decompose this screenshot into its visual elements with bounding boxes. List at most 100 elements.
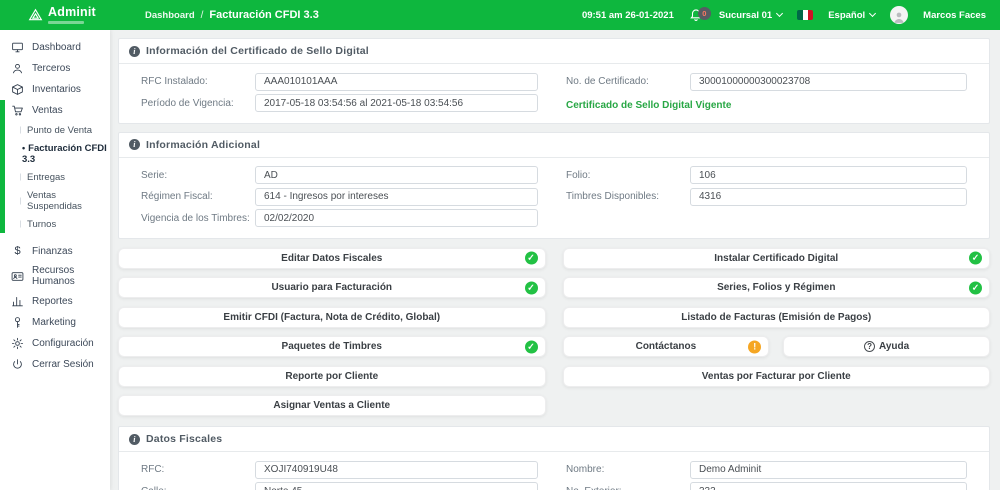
sidebar-item-label: Marketing	[32, 317, 76, 328]
sidebar-item-label: Finanzas	[32, 245, 73, 257]
editar-datos-fiscales-button[interactable]: Editar Datos Fiscales ✓	[118, 247, 546, 269]
language-selector[interactable]: Español	[828, 9, 877, 21]
branch-selector[interactable]: Sucursal 01	[718, 9, 784, 21]
sidebar-item-turnos[interactable]: Turnos	[0, 215, 110, 233]
bar-chart-icon	[12, 297, 23, 307]
panel-title: Datos Fiscales	[146, 433, 223, 445]
power-icon	[13, 359, 22, 369]
sidebar-item-label: Terceros	[32, 63, 71, 74]
check-icon: ✓	[524, 281, 538, 294]
panel-title: Información Adicional	[146, 138, 261, 151]
ayuda-button[interactable]: ? Ayuda	[783, 336, 990, 357]
language-label: Español	[828, 9, 866, 21]
check-icon: ✓	[969, 251, 982, 265]
listado-facturas-button[interactable]: Listado de Facturas (Emisión de Pagos)	[562, 306, 990, 328]
mexico-flag-icon	[797, 10, 814, 20]
calle-label: Calle:	[119, 486, 255, 490]
paquetes-timbres-button[interactable]: Paquetes de Timbres ✓	[118, 336, 546, 357]
brand-name: Adminit	[48, 5, 96, 20]
series-folios-regimen-button[interactable]: Series, Folios y Régimen ✓	[562, 277, 990, 298]
check-icon: ✓	[524, 340, 538, 353]
vigencia-timbres-field[interactable]	[255, 209, 538, 227]
gear-icon	[11, 337, 24, 350]
rfc-field[interactable]	[255, 460, 538, 479]
vigencia-timbres-label: Vigencia de los Timbres:	[141, 212, 250, 224]
panel-header: i Información del Certificado de Sello D…	[119, 39, 989, 64]
no-exterior-label: No. Exterior:	[554, 486, 690, 490]
timbres-disponibles-label: Timbres Disponibles:	[566, 191, 659, 202]
periodo-vigencia-field[interactable]	[255, 94, 538, 112]
active-bullet: •	[22, 142, 26, 153]
check-icon: ✓	[524, 251, 538, 265]
serie-label: Serie:	[141, 169, 168, 181]
serie-field[interactable]	[255, 166, 538, 184]
breadcrumb-current: Facturación CFDI 3.3	[209, 9, 319, 21]
notifications-button[interactable]: 0	[689, 7, 711, 23]
sidebar-group-ventas: Ventas Punto de Venta • Facturación CFDI …	[0, 100, 110, 233]
main-content: i Información del Certificado de Sello D…	[110, 30, 1000, 490]
no-certificado-field[interactable]	[690, 72, 967, 91]
chevron-down-icon	[776, 9, 784, 18]
sidebar-item-label: Dashboard	[32, 42, 81, 53]
sidebar-item-cerrar-sesion[interactable]: Cerrar Sesión	[0, 354, 110, 375]
panel-header: i Información Adicional	[119, 133, 989, 158]
branch-label: Sucursal 01	[718, 9, 773, 21]
instalar-certificado-button[interactable]: Instalar Certificado Digital ✓	[562, 247, 990, 269]
sidebar-item-punto-de-venta[interactable]: Punto de Venta	[0, 121, 110, 139]
timbres-disponibles-field[interactable]	[690, 187, 967, 206]
actions-grid: Editar Datos Fiscales ✓ Instalar Certifi…	[118, 247, 990, 416]
no-exterior-field[interactable]	[690, 482, 967, 490]
rfc-label: RFC:	[141, 464, 165, 475]
usuario-facturacion-button[interactable]: Usuario para Facturación ✓	[118, 277, 546, 298]
ventas-por-facturar-button[interactable]: Ventas por Facturar por Cliente	[562, 365, 990, 387]
sidebar: Dashboard Terceros Inventarios Ventas Pu…	[0, 30, 110, 490]
sidebar-item-ventas[interactable]: Ventas	[0, 100, 110, 121]
notifications-badge: 0	[697, 7, 711, 20]
asignar-ventas-button[interactable]: Asignar Ventas a Cliente	[118, 395, 546, 416]
nombre-label: Nombre:	[566, 464, 605, 475]
sidebar-item-label: Reportes	[32, 296, 73, 307]
folio-label: Folio:	[566, 169, 591, 181]
breadcrumb-dashboard[interactable]: Dashboard	[145, 10, 195, 21]
calle-field[interactable]	[255, 482, 538, 490]
sidebar-item-label: Inventarios	[32, 84, 81, 95]
sidebar-item-ventas-suspendidas[interactable]: Ventas Suspendidas	[0, 186, 110, 215]
box-icon	[12, 84, 23, 95]
warning-icon: !	[748, 340, 762, 353]
sidebar-item-entregas[interactable]: Entregas	[0, 168, 110, 186]
info-icon: i	[129, 139, 140, 150]
panel-title: Información del Certificado de Sello Dig…	[146, 45, 369, 57]
sidebar-item-facturacion-cfdi[interactable]: • Facturación CFDI 3.3	[0, 139, 110, 168]
regimen-fiscal-field[interactable]	[255, 187, 538, 206]
rfc-instalado-field[interactable]	[255, 72, 538, 91]
breadcrumb-separator: /	[200, 9, 204, 21]
sidebar-item-reportes[interactable]: Reportes	[0, 291, 110, 312]
id-card-icon	[11, 271, 24, 281]
folio-field[interactable]	[690, 166, 967, 184]
sidebar-item-configuracion[interactable]: Configuración	[0, 333, 110, 354]
chevron-down-icon	[869, 9, 877, 18]
certificado-vigente-status: Certificado de Sello Digital Vigente	[566, 100, 732, 111]
person-icon	[13, 63, 22, 74]
periodo-vigencia-label: Período de Vigencia:	[141, 97, 234, 109]
emitir-cfdi-button[interactable]: Emitir CFDI (Factura, Nota de Crédito, G…	[118, 306, 546, 328]
nombre-field[interactable]	[690, 460, 967, 479]
panel-certificado-sello-digital: i Información del Certificado de Sello D…	[118, 38, 990, 124]
no-certificado-label: No. de Certificado:	[566, 76, 649, 87]
rfc-instalado-label: RFC Instalado:	[141, 76, 208, 87]
key-icon	[15, 317, 20, 328]
sidebar-item-marketing[interactable]: Marketing	[0, 312, 110, 333]
sidebar-item-dashboard[interactable]: Dashboard	[0, 37, 110, 58]
sidebar-item-finanzas[interactable]: $ Finanzas	[0, 241, 110, 261]
sidebar-item-recursos-humanos[interactable]: Recursos Humanos	[0, 261, 110, 291]
user-avatar[interactable]	[890, 6, 909, 24]
reporte-por-cliente-button[interactable]: Reporte por Cliente	[118, 365, 546, 387]
brand-logo[interactable]: Adminit	[28, 6, 133, 24]
sidebar-item-label: Cerrar Sesión	[32, 359, 94, 370]
sidebar-item-inventarios[interactable]: Inventarios	[0, 79, 110, 100]
dollar-icon: $	[14, 245, 21, 257]
sidebar-item-terceros[interactable]: Terceros	[0, 58, 110, 79]
contactanos-button[interactable]: Contáctanos !	[562, 336, 770, 357]
sidebar-item-label: Recursos Humanos	[32, 265, 75, 287]
help-icon: ?	[864, 341, 876, 352]
